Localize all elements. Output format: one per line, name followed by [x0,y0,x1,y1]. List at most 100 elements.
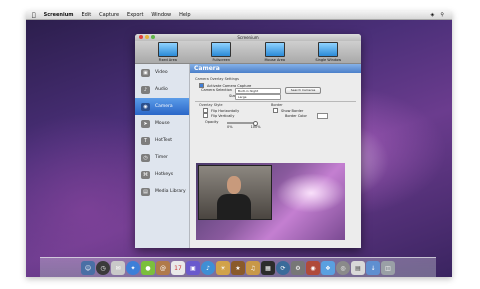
menu-bar:  Screenium Edit Capture Export Window H… [26,11,452,20]
sidebar-item-timer[interactable]: ◷ Timer [135,149,189,166]
ichat-icon[interactable]: ● [141,261,155,275]
opacity-min: 0% [227,125,233,129]
camera-icon: ◉ [141,102,150,111]
system-preferences-icon[interactable]: ⚙ [291,261,305,275]
pane-title: Camera [190,64,361,73]
desktop:  Screenium Edit Capture Export Window H… [26,11,452,277]
camera-settings-pane: Camera Camera Overlay Settings Activate … [190,64,361,248]
mouse-icon: ➤ [141,119,150,128]
search-cameras-button[interactable]: Search Cameras [285,87,321,94]
capture-toolbar: Fixed Area Fullscreen Mouse Area Single … [135,41,361,64]
safari-icon[interactable]: ✦ [126,261,140,275]
toolbar-single-window[interactable]: Single Window [308,42,348,62]
fixed-area-icon [157,42,178,57]
window-titlebar: Screenium [135,34,361,41]
close-window-button[interactable] [139,35,143,39]
iphoto-icon[interactable]: ☀ [216,261,230,275]
media-library-icon: ▤ [141,187,150,196]
menu-help[interactable]: Help [179,12,190,18]
xcode-icon[interactable]: ❖ [321,261,335,275]
zoom-window-button[interactable] [151,35,155,39]
menu-window[interactable]: Window [151,12,171,18]
menubar-status: ◈ ⚲ [430,12,444,18]
camera-person-body [217,194,251,220]
downloads-icon[interactable]: ↓ [366,261,380,275]
toolbar-fullscreen[interactable]: Fullscreen [201,42,241,62]
sidebar-item-label: Camera [155,104,173,109]
apple-menu-icon[interactable]:  [32,12,36,19]
sidebar-item-video[interactable]: ▣ Video [135,64,189,81]
hotkeys-icon: ⌘ [141,170,150,179]
flip-vertically-label: Flip Vertically [211,113,235,118]
sidebar-item-hottext[interactable]: T HotText [135,132,189,149]
sidebar-item-label: Media Library [155,189,186,194]
flip-horizontally-label: Flip Horizontally [211,108,240,113]
dock: ☺ ◷ ✉ ✦ ● @ 17 ▣ ♪ ☀ ★ ♫ ▦ ⟳ ⚙ ◉ ❖ ◎ ▤ ↓… [40,257,436,277]
hottext-icon: T [141,136,150,145]
border-color-swatch[interactable] [317,113,328,119]
toolbar-mouse-area[interactable]: Mouse Area [255,42,295,62]
opacity-max: 100% [250,125,261,129]
trash-icon[interactable]: ◫ [381,261,395,275]
camera-selection-label: Camera Selection [201,88,232,92]
settings-divider [195,101,356,102]
sidebar-item-media-library[interactable]: ▤ Media Library [135,183,189,200]
toolbar-fixed-area[interactable]: Fixed Area [148,42,188,62]
video-icon: ▣ [141,68,150,77]
documents-icon[interactable]: ▤ [351,261,365,275]
finder-icon[interactable]: ☺ [81,261,95,275]
itunes-icon[interactable]: ♪ [201,261,215,275]
toolbar-label: Single Window [315,58,342,62]
garageband-icon[interactable]: ♫ [246,261,260,275]
preferences-sidebar: ▣ Video ♪ Audio ◉ Camera ➤ Mouse T HotTe… [135,64,190,248]
opacity-row: Opacity [205,120,218,124]
sidebar-item-camera[interactable]: ◉ Camera [135,98,189,115]
single-window-icon [318,42,339,57]
screenium-icon[interactable]: ◉ [306,261,320,275]
show-border-label: Show Border [281,108,304,113]
screenium-window: Screenium Fixed Area Fullscreen Mouse Ar… [135,34,361,248]
sidebar-item-label: Video [155,70,168,75]
time-machine-icon[interactable]: ⟳ [276,261,290,275]
mail-icon[interactable]: ✉ [111,261,125,275]
dashboard-icon[interactable]: ◷ [96,261,110,275]
sidebar-item-hotkeys[interactable]: ⌘ Hotkeys [135,166,189,183]
toolbar-label: Fullscreen [212,58,231,62]
size-select[interactable]: Large [235,94,281,100]
border-color-row: Border Color [285,114,307,118]
window-controls [139,35,155,39]
flip-vertically-checkbox[interactable] [203,113,208,118]
menu-edit[interactable]: Edit [81,12,91,18]
sidebar-item-audio[interactable]: ♪ Audio [135,81,189,98]
menu-app-name[interactable]: Screenium [44,12,74,18]
sidebar-item-label: Mouse [155,121,170,126]
imovie-icon[interactable]: ★ [231,261,245,275]
toolbar-label: Fixed Area [158,58,177,62]
sidebar-item-label: Timer [155,155,168,160]
preview-background-glow [276,173,345,213]
spaces-icon[interactable]: ▦ [261,261,275,275]
audio-icon: ♪ [141,85,150,94]
sidebar-item-label: Audio [155,87,168,92]
flip-vertically-row[interactable]: Flip Vertically [203,113,234,118]
wifi-icon[interactable]: ◈ [430,12,434,18]
show-border-checkbox[interactable] [273,108,278,113]
overlay-settings-title: Camera Overlay Settings [195,77,239,81]
menu-export[interactable]: Export [127,12,143,18]
sidebar-item-mouse[interactable]: ➤ Mouse [135,115,189,132]
opacity-range: 0% 100% [227,125,261,129]
show-border-row[interactable]: Show Border [273,108,303,113]
mouse-area-icon [264,42,285,57]
menu-capture[interactable]: Capture [99,12,119,18]
border-color-label: Border Color [285,114,307,118]
preview-icon[interactable]: ▣ [186,261,200,275]
camera-overlay-frame[interactable] [198,165,272,220]
camera-person-face [227,176,241,194]
spotlight-icon[interactable]: ⚲ [440,12,444,18]
minimize-window-button[interactable] [145,35,149,39]
ical-icon[interactable]: 17 [171,261,185,275]
camera-overlay-settings: Camera Overlay Settings Activate Camera … [193,77,358,133]
address-book-icon[interactable]: @ [156,261,170,275]
globe-icon[interactable]: ◎ [336,261,350,275]
window-title: Screenium [237,35,259,40]
